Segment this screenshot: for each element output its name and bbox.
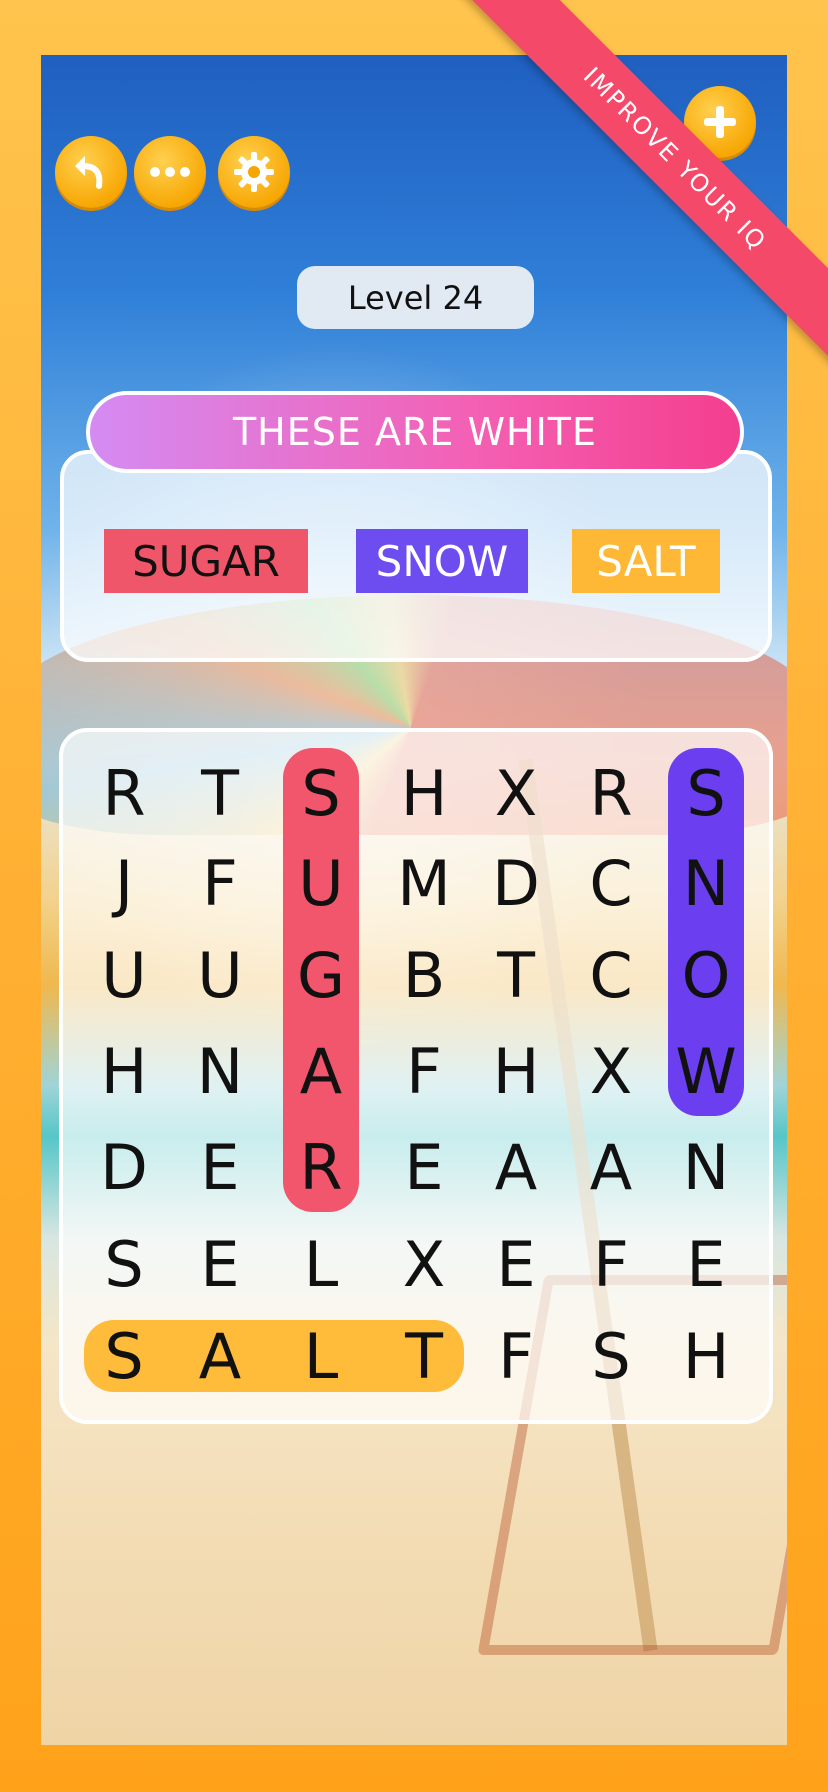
grid-cell-r6-c6[interactable]: H — [659, 1309, 753, 1403]
grid-cell-r1-c1[interactable]: F — [173, 836, 267, 930]
found-word-sugar: SUGAR — [104, 529, 308, 593]
grid-cell-r2-c1[interactable]: U — [173, 928, 267, 1022]
grid-cell-r0-c1[interactable]: T — [173, 746, 267, 840]
grid-cell-r4-c6[interactable]: N — [659, 1120, 753, 1214]
grid-cell-r6-c4[interactable]: F — [469, 1309, 563, 1403]
grid-cell-r4-c5[interactable]: A — [564, 1120, 658, 1214]
grid-cell-r5-c6[interactable]: E — [659, 1217, 753, 1311]
grid-cell-r3-c4[interactable]: H — [469, 1024, 563, 1118]
grid-cell-r3-c1[interactable]: N — [173, 1024, 267, 1118]
plus-icon — [704, 106, 736, 138]
grid-cell-r4-c4[interactable]: A — [469, 1120, 563, 1214]
grid-cell-r1-c5[interactable]: C — [564, 836, 658, 930]
grid-cell-r2-c3[interactable]: B — [377, 928, 471, 1022]
grid-cell-r5-c1[interactable]: E — [173, 1217, 267, 1311]
grid-cell-r2-c2[interactable]: G — [274, 928, 368, 1022]
more-button[interactable] — [134, 136, 206, 208]
undo-arrow-icon — [75, 156, 103, 189]
grid-cell-r4-c0[interactable]: D — [77, 1120, 171, 1214]
grid-cell-r0-c4[interactable]: X — [469, 746, 563, 840]
grid-cell-r3-c2[interactable]: A — [274, 1024, 368, 1118]
grid-cell-r2-c0[interactable]: U — [77, 928, 171, 1022]
grid-cell-r5-c3[interactable]: X — [377, 1217, 471, 1311]
grid-cell-r0-c5[interactable]: R — [564, 746, 658, 840]
grid-cell-r6-c3[interactable]: T — [377, 1309, 471, 1403]
grid-cell-r4-c2[interactable]: R — [274, 1120, 368, 1214]
gear-icon — [234, 152, 274, 192]
grid-cell-r1-c0[interactable]: J — [77, 836, 171, 930]
grid-cell-r3-c5[interactable]: X — [564, 1024, 658, 1118]
grid-cell-r2-c4[interactable]: T — [469, 928, 563, 1022]
grid-cell-r4-c3[interactable]: E — [377, 1120, 471, 1214]
grid-cell-r1-c3[interactable]: M — [377, 836, 471, 930]
back-button[interactable] — [55, 136, 127, 208]
level-indicator: Level 24 — [297, 266, 534, 329]
grid-cell-r1-c6[interactable]: N — [659, 836, 753, 930]
grid-cell-r0-c2[interactable]: S — [274, 746, 368, 840]
grid-cell-r5-c5[interactable]: F — [564, 1217, 658, 1311]
grid-cell-r6-c2[interactable]: L — [274, 1309, 368, 1403]
grid-cell-r2-c5[interactable]: C — [564, 928, 658, 1022]
found-word-salt: SALT — [572, 529, 720, 593]
grid-cell-r3-c0[interactable]: H — [77, 1024, 171, 1118]
found-word-snow: SNOW — [356, 529, 528, 593]
settings-button[interactable] — [218, 136, 290, 208]
grid-cell-r5-c4[interactable]: E — [469, 1217, 563, 1311]
grid-cell-r4-c1[interactable]: E — [173, 1120, 267, 1214]
grid-cell-r1-c2[interactable]: U — [274, 836, 368, 930]
grid-cell-r3-c6[interactable]: W — [659, 1024, 753, 1118]
grid-cell-r5-c2[interactable]: L — [274, 1217, 368, 1311]
grid-cell-r3-c3[interactable]: F — [377, 1024, 471, 1118]
grid-cell-r6-c0[interactable]: S — [77, 1309, 171, 1403]
grid-cell-r1-c4[interactable]: D — [469, 836, 563, 930]
grid-cell-r0-c6[interactable]: S — [659, 746, 753, 840]
grid-cell-r0-c0[interactable]: R — [77, 746, 171, 840]
grid-cell-r6-c1[interactable]: A — [173, 1309, 267, 1403]
ellipsis-icon — [150, 167, 190, 177]
category-hint: THESE ARE WHITE — [86, 391, 744, 473]
grid-cell-r6-c5[interactable]: S — [564, 1309, 658, 1403]
grid-cell-r0-c3[interactable]: H — [377, 746, 471, 840]
grid-cell-r2-c6[interactable]: O — [659, 928, 753, 1022]
grid-cell-r5-c0[interactable]: S — [77, 1217, 171, 1311]
